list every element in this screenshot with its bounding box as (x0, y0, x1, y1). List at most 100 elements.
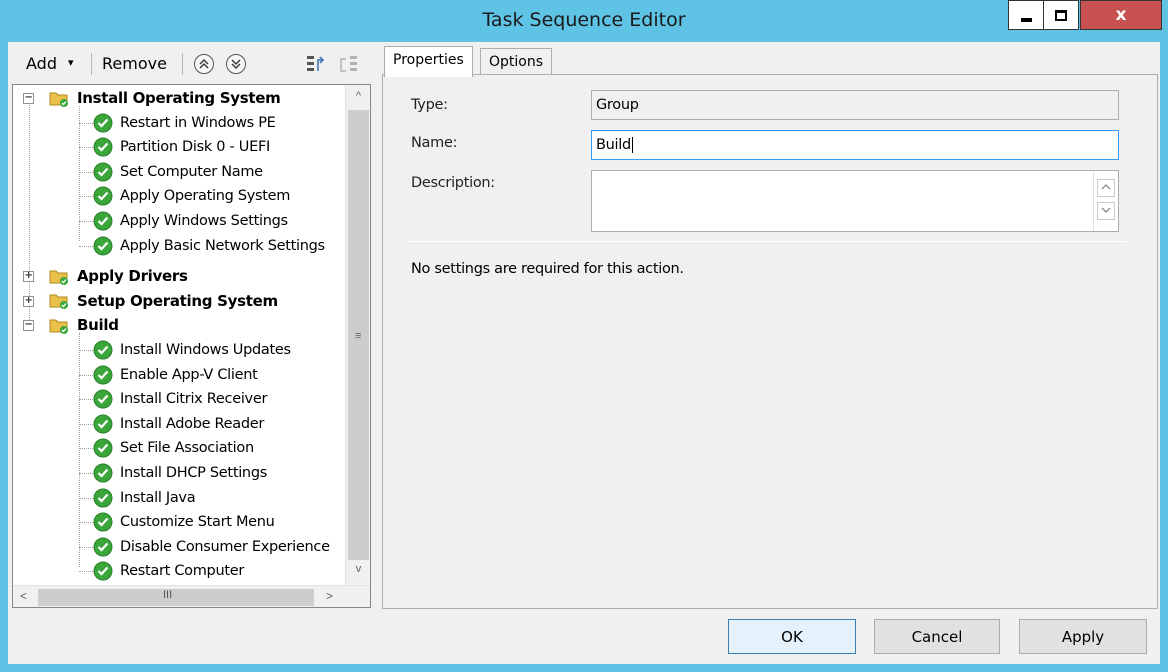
tree-group-install-operating-system[interactable]: − Install Operating System (23, 86, 281, 110)
move-up-icon[interactable] (194, 54, 214, 74)
success-check-icon (93, 537, 113, 557)
tree-step[interactable]: Restart in Windows PE (93, 111, 276, 135)
tree-step-label: Install Windows Updates (120, 342, 291, 358)
tree-step-label: Set File Association (120, 440, 254, 457)
tree-step-label: Enable App-V Client (120, 366, 258, 383)
scroll-right-arrow-icon[interactable]: > (326, 589, 333, 603)
move-down-icon[interactable] (226, 54, 246, 74)
tree-step[interactable]: Install Java (93, 486, 196, 510)
tree-step[interactable]: Restart Computer (93, 559, 244, 583)
expand-icon[interactable]: + (23, 271, 34, 283)
cancel-button[interactable]: Cancel (874, 619, 1000, 654)
tree-step-label: Restart in Windows PE (120, 114, 276, 131)
collapse-icon[interactable]: − (23, 93, 34, 104)
success-check-icon (93, 561, 113, 581)
success-check-icon (93, 113, 113, 133)
tree-view[interactable]: − Install Operating System Restart in Wind… (13, 85, 345, 585)
toolbar-separator (182, 53, 183, 75)
ok-button[interactable]: OK (728, 619, 856, 654)
tree-step[interactable]: Install Citrix Receiver (93, 387, 267, 411)
type-label: Type: (411, 97, 448, 113)
tree-step-label: Partition Disk 0 - UEFI (120, 139, 270, 156)
success-check-icon (93, 236, 113, 256)
chevron-up-icon[interactable] (1097, 179, 1115, 197)
tree-step[interactable]: Apply Basic Network Settings (93, 234, 325, 258)
scroll-grip-icon: III (163, 589, 173, 601)
task-sequence-editor-window: Task Sequence Editor x Add ▾ Remove − In… (0, 0, 1168, 672)
tree-group-label: Install Operating System (77, 89, 281, 107)
tree-step[interactable]: Apply Windows Settings (93, 209, 288, 233)
tree-group-label: Setup Operating System (77, 291, 278, 310)
success-check-icon (93, 340, 113, 360)
tree-step-label: Install DHCP Settings (120, 465, 267, 481)
tree-connector-line (29, 95, 30, 320)
tree-step-label: Install Adobe Reader (120, 415, 265, 432)
section-divider (407, 241, 1127, 242)
tree-group-build[interactable]: − Build (23, 313, 119, 337)
tree-group-setup-operating-system[interactable]: + Setup Operating System (23, 289, 278, 313)
tree-step-label: Apply Basic Network Settings (120, 237, 325, 254)
tree-step[interactable]: Install Windows Updates (93, 338, 291, 362)
title-bar[interactable]: Task Sequence Editor x (0, 0, 1168, 42)
minimize-icon (1020, 18, 1032, 22)
chevron-down-icon[interactable] (1097, 202, 1115, 220)
apply-button[interactable]: Apply (1019, 619, 1147, 654)
tree-step-label: Install Java (120, 489, 196, 506)
tree-step[interactable]: Apply Operating System (93, 184, 290, 208)
move-out-of-group-icon[interactable] (338, 54, 358, 76)
success-check-icon (93, 186, 113, 206)
tree-step[interactable]: Install DHCP Settings (93, 461, 267, 485)
tree-horizontal-scrollbar[interactable]: < III > (13, 585, 370, 607)
vertical-scroll-thumb[interactable]: ≡ (348, 110, 369, 560)
scroll-left-arrow-icon[interactable]: < (20, 589, 27, 603)
tree-step[interactable]: Enable App-V Client (93, 363, 258, 387)
tree-vertical-scrollbar[interactable]: ^ ≡ v (345, 85, 370, 585)
tab-options[interactable]: Options (480, 48, 553, 76)
expand-icon[interactable]: + (23, 295, 34, 307)
window-title: Task Sequence Editor (482, 9, 686, 31)
description-field[interactable] (591, 170, 1119, 232)
tree-step-label: Apply Operating System (120, 188, 291, 205)
tab-properties[interactable]: Properties (384, 46, 473, 77)
move-to-group-icon[interactable] (306, 54, 326, 76)
success-check-icon (93, 389, 113, 409)
name-field[interactable]: Build (591, 130, 1119, 160)
maximize-icon (1055, 9, 1067, 21)
remove-button[interactable]: Remove (102, 54, 167, 73)
type-field: Group (591, 90, 1119, 120)
success-check-icon (93, 414, 113, 434)
tree-step[interactable]: Set Computer Name (93, 160, 263, 184)
success-check-icon (93, 463, 113, 483)
scroll-down-arrow-icon[interactable]: v (346, 563, 370, 575)
success-check-icon (93, 211, 113, 231)
close-button[interactable]: x (1080, 0, 1162, 30)
tree-step[interactable]: Customize Start Menu (93, 510, 275, 534)
add-dropdown-caret-icon[interactable]: ▾ (68, 56, 74, 69)
horizontal-scroll-thumb[interactable]: III (38, 589, 314, 606)
text-caret (631, 137, 633, 153)
success-check-icon (93, 438, 113, 458)
task-sequence-tree[interactable]: − Install Operating System Restart in Wind… (12, 84, 371, 608)
tree-group-label: Apply Drivers (77, 267, 188, 286)
tree-step[interactable]: Disable Consumer Experience (93, 535, 330, 559)
collapse-icon[interactable]: − (23, 320, 34, 332)
tree-step[interactable]: Partition Disk 0 - UEFI (93, 135, 270, 159)
toolbar-separator (91, 53, 92, 75)
minimize-button[interactable] (1008, 0, 1044, 30)
tree-connector-line (79, 333, 80, 568)
maximize-button[interactable] (1043, 0, 1079, 30)
folder-icon (49, 90, 69, 107)
tree-group-apply-drivers[interactable]: + Apply Drivers (23, 264, 188, 288)
folder-icon (49, 268, 69, 285)
name-label: Name: (411, 135, 458, 151)
folder-icon (49, 317, 69, 334)
tree-step[interactable]: Set File Association (93, 436, 254, 460)
tree-step[interactable]: Install Adobe Reader (93, 412, 264, 436)
success-check-icon (93, 488, 113, 508)
tree-step-label: Apply Windows Settings (120, 213, 288, 229)
editor-client-area: Add ▾ Remove − Install Operating System Re… (8, 42, 1160, 664)
scroll-up-arrow-icon[interactable]: ^ (346, 90, 370, 102)
add-button[interactable]: Add (26, 54, 57, 73)
success-check-icon (93, 137, 113, 157)
description-scrollbar[interactable] (1093, 171, 1118, 231)
